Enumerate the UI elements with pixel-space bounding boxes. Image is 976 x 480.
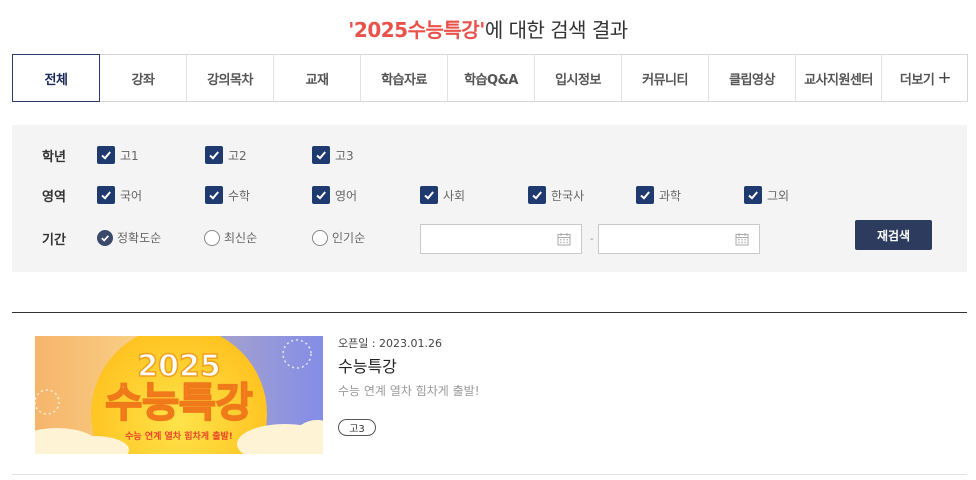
grade-label: 학년 xyxy=(42,150,66,165)
tab-course[interactable]: 강좌 xyxy=(100,55,187,101)
tab-community[interactable]: 커뮤니티 xyxy=(622,55,709,101)
thumbnail-title: 수능특강 xyxy=(105,380,252,426)
thumbnail-year: 2025 xyxy=(137,349,221,384)
check-icon xyxy=(205,146,223,164)
check-icon xyxy=(636,186,654,204)
calendar-icon[interactable] xyxy=(557,232,571,246)
tab-admission-info[interactable]: 입시정보 xyxy=(535,55,622,101)
grade-badge: 고3 xyxy=(338,419,376,436)
research-button[interactable]: 재검색 xyxy=(855,220,932,250)
tab-study-qa[interactable]: 학습Q&A xyxy=(448,55,535,101)
search-keyword: '2025수능특강' xyxy=(348,18,485,42)
radio-unchecked-icon xyxy=(312,229,328,246)
tab-textbook[interactable]: 교재 xyxy=(274,55,361,101)
period-label: 기간 xyxy=(42,233,66,248)
title-suffix: 에 대한 검색 결과 xyxy=(484,18,628,42)
result-thumbnail[interactable]: 2025 수능특강 수능 연계 열차 힘차게 출발! xyxy=(35,336,323,454)
thumbnail-caption: 수능 연계 열차 힘차게 출발! xyxy=(125,430,233,442)
plus-icon: + xyxy=(937,68,952,88)
results-divider xyxy=(12,312,967,313)
radio-sort-popular[interactable]: 인기순 xyxy=(312,229,365,246)
tab-clip-video[interactable]: 클립영상 xyxy=(709,55,796,101)
radio-sort-latest[interactable]: 최신순 xyxy=(204,229,257,246)
date-separator: - xyxy=(590,234,594,245)
checkbox-area-social[interactable]: 사회 xyxy=(420,186,465,204)
tab-teacher-support[interactable]: 교사지원센터 xyxy=(796,55,882,101)
tab-lecture-index[interactable]: 강의목차 xyxy=(187,55,274,101)
check-icon xyxy=(420,186,438,204)
checkbox-area-korean-history[interactable]: 한국사 xyxy=(528,186,584,204)
thumbnail-image: 2025 수능특강 수능 연계 열차 힘차게 출발! xyxy=(35,336,323,454)
area-label: 영역 xyxy=(42,190,66,205)
page-title: '2025수능특강'에 대한 검색 결과 xyxy=(0,14,976,43)
calendar-icon[interactable] xyxy=(735,232,749,246)
checkbox-area-korean[interactable]: 국어 xyxy=(97,186,142,204)
check-icon xyxy=(97,186,115,204)
tab-more[interactable]: 더보기 + xyxy=(882,55,969,101)
checkbox-grade-1[interactable]: 고1 xyxy=(97,146,139,164)
radio-sort-accuracy[interactable]: 정확도순 xyxy=(97,229,161,246)
search-filter-panel: 학년 고1 고2 고3 영역 국어 수학 영어 사회 한국사 과학 그외 기간 … xyxy=(12,125,967,272)
tab-study-material[interactable]: 학습자료 xyxy=(361,55,448,101)
checkbox-area-math[interactable]: 수학 xyxy=(205,186,250,204)
radio-unchecked-icon xyxy=(204,229,220,246)
open-date: 오픈일 : 2023.01.26 xyxy=(338,337,443,350)
result-description: 수능 연계 열차 힘차게 출발! xyxy=(338,384,480,398)
result-title[interactable]: 수능특강 xyxy=(338,353,397,377)
check-icon xyxy=(744,186,762,204)
tab-all[interactable]: 전체 xyxy=(12,54,100,102)
radio-checked-icon xyxy=(97,229,113,246)
end-date-input[interactable] xyxy=(598,224,760,254)
category-tabs: 전체 강좌 강의목차 교재 학습자료 학습Q&A 입시정보 커뮤니티 클립영상 … xyxy=(12,54,968,102)
check-icon xyxy=(312,146,330,164)
check-icon xyxy=(97,146,115,164)
result-separator xyxy=(12,474,967,475)
checkbox-area-etc[interactable]: 그외 xyxy=(744,186,789,204)
checkbox-grade-3[interactable]: 고3 xyxy=(312,146,354,164)
checkbox-area-english[interactable]: 영어 xyxy=(312,186,357,204)
checkbox-area-science[interactable]: 과학 xyxy=(636,186,681,204)
check-icon xyxy=(205,186,223,204)
check-icon xyxy=(312,186,330,204)
start-date-input[interactable] xyxy=(420,224,582,254)
checkbox-grade-2[interactable]: 고2 xyxy=(205,146,247,164)
check-icon xyxy=(528,186,546,204)
